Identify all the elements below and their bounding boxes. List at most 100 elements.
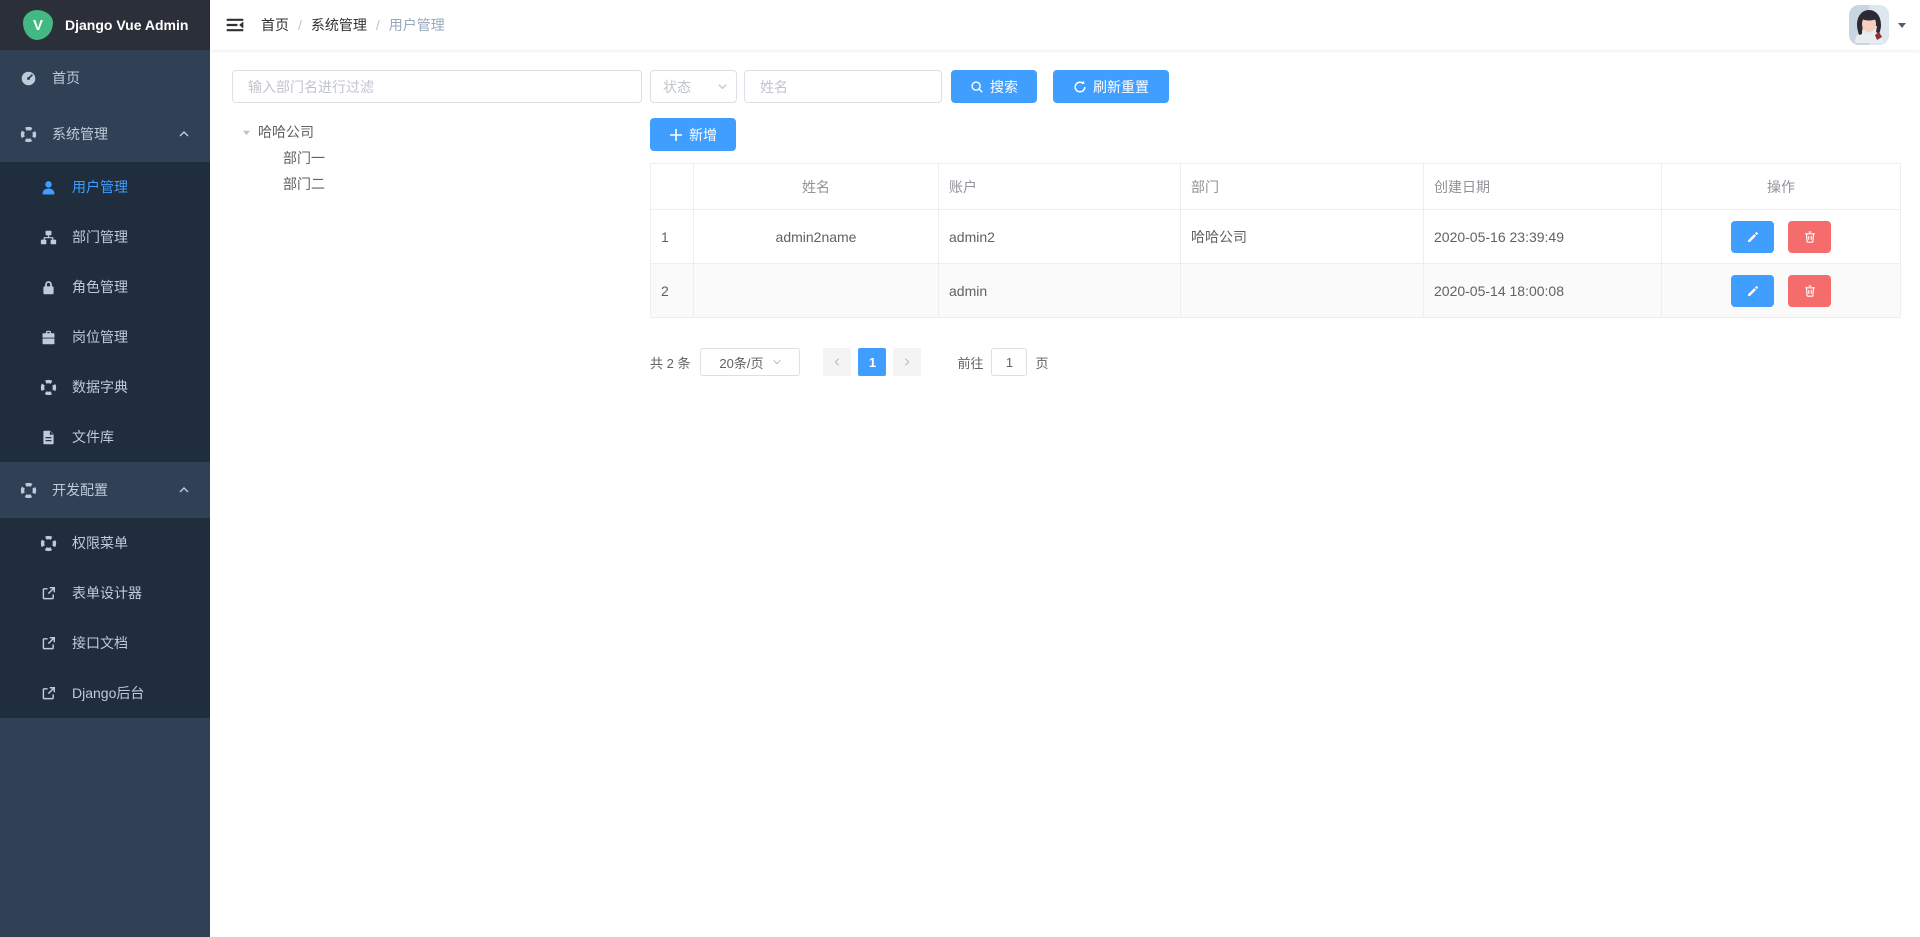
sidebar-item-permission-menu[interactable]: 权限菜单	[0, 518, 210, 568]
column-header-actions: 操作	[1662, 164, 1901, 210]
prev-page-button[interactable]	[823, 348, 851, 376]
caret-down-icon[interactable]	[1897, 20, 1907, 30]
cell-name: admin2name	[694, 210, 939, 264]
sidebar-item-django-admin[interactable]: Django后台	[0, 668, 210, 718]
sidebar-item-label: 用户管理	[72, 177, 128, 197]
chevron-right-icon	[902, 357, 912, 367]
tree-node-company[interactable]: 哈哈公司	[232, 119, 642, 145]
sidebar-item-label: 首页	[52, 68, 80, 88]
sidebar-item-form-designer[interactable]: 表单设计器	[0, 568, 210, 618]
component-icon	[40, 379, 57, 396]
search-button-label: 搜索	[990, 77, 1018, 97]
breadcrumb-home[interactable]: 首页	[261, 15, 289, 35]
add-button-label: 新增	[689, 125, 717, 145]
sidebar-menu: 首页 系统管理 用户管理	[0, 50, 210, 937]
tree-node-label: 部门二	[283, 174, 325, 194]
table-row: 2 admin 2020-05-14 18:00:08	[651, 264, 1901, 318]
table-header-row: 姓名 账户 部门 创建日期 操作	[651, 164, 1901, 210]
cell-account: admin	[939, 264, 1181, 318]
sidebar-item-home[interactable]: 首页	[0, 50, 210, 106]
goto-page-input[interactable]	[991, 348, 1027, 376]
breadcrumb: 首页 / 系统管理 / 用户管理	[261, 15, 445, 35]
user-icon	[40, 179, 57, 196]
tree-node-dept2[interactable]: 部门二	[232, 171, 642, 197]
sidebar-group-dev[interactable]: 开发配置	[0, 462, 210, 518]
submenu-dev: 权限菜单 表单设计器 接口文档	[0, 518, 210, 718]
search-button[interactable]: 搜索	[951, 70, 1037, 103]
refresh-button-label: 刷新重置	[1093, 77, 1149, 97]
sidebar-item-users[interactable]: 用户管理	[0, 162, 210, 212]
sidebar: V Django Vue Admin 首页 系统管理	[0, 0, 210, 937]
column-header-department: 部门	[1181, 164, 1424, 210]
navbar: 首页 / 系统管理 / 用户管理	[210, 0, 1920, 50]
sidebar-group-label: 系统管理	[52, 124, 108, 144]
hamburger-icon[interactable]	[225, 15, 245, 35]
component-icon	[20, 126, 37, 143]
sidebar-group-label: 开发配置	[52, 480, 108, 500]
tree-node-label: 部门一	[283, 148, 325, 168]
sidebar-item-label: 表单设计器	[72, 583, 142, 603]
cell-created: 2020-05-16 23:39:49	[1424, 210, 1662, 264]
logo-icon: V	[23, 10, 53, 40]
edit-icon	[1746, 230, 1760, 244]
column-header-name: 姓名	[694, 164, 939, 210]
cell-account: admin2	[939, 210, 1181, 264]
user-panel: 状态 搜索	[650, 70, 1901, 937]
sidebar-item-posts[interactable]: 岗位管理	[0, 312, 210, 362]
sidebar-item-files[interactable]: 文件库	[0, 412, 210, 462]
caret-down-icon[interactable]	[242, 128, 251, 137]
department-filter-input[interactable]	[232, 70, 642, 103]
external-link-icon	[40, 635, 57, 652]
cell-name	[694, 264, 939, 318]
column-header-index	[651, 164, 694, 210]
component-icon	[20, 482, 37, 499]
breadcrumb-separator: /	[376, 17, 380, 33]
edit-button[interactable]	[1731, 221, 1774, 253]
status-select[interactable]: 状态	[650, 70, 737, 103]
page-number-button[interactable]: 1	[858, 348, 886, 376]
plus-icon	[669, 128, 683, 142]
delete-button[interactable]	[1788, 275, 1831, 307]
trash-icon	[1803, 230, 1817, 244]
sidebar-group-system[interactable]: 系统管理	[0, 106, 210, 162]
chevron-down-icon	[772, 357, 782, 367]
pagination-total: 共 2 条	[650, 353, 690, 372]
breadcrumb-system[interactable]: 系统管理	[311, 15, 367, 35]
department-panel: 哈哈公司 部门一 部门二	[232, 70, 642, 937]
cell-created: 2020-05-14 18:00:08	[1424, 264, 1662, 318]
cell-department: 哈哈公司	[1181, 210, 1424, 264]
external-link-icon	[40, 685, 57, 702]
name-search-input[interactable]	[744, 70, 942, 103]
edit-button[interactable]	[1731, 275, 1774, 307]
breadcrumb-current: 用户管理	[389, 15, 445, 35]
cell-actions	[1662, 210, 1901, 264]
sidebar-item-label: 角色管理	[72, 277, 128, 297]
edit-icon	[1746, 284, 1760, 298]
cell-index: 1	[651, 210, 694, 264]
tree-node-label: 哈哈公司	[258, 122, 314, 142]
breadcrumb-separator: /	[298, 17, 302, 33]
chevron-left-icon	[832, 357, 842, 367]
sidebar-item-api-docs[interactable]: 接口文档	[0, 618, 210, 668]
app-title: Django Vue Admin	[65, 17, 188, 33]
refresh-reset-button[interactable]: 刷新重置	[1053, 70, 1169, 103]
page-content: 哈哈公司 部门一 部门二 状态	[210, 50, 1920, 937]
chevron-down-icon	[717, 81, 728, 92]
page-size-value: 20条/页	[719, 353, 763, 372]
component-icon	[40, 535, 57, 552]
next-page-button[interactable]	[893, 348, 921, 376]
external-link-icon	[40, 585, 57, 602]
sidebar-item-dictionary[interactable]: 数据字典	[0, 362, 210, 412]
page-size-select[interactable]: 20条/页	[700, 348, 800, 376]
chevron-up-icon	[178, 484, 190, 496]
refresh-icon	[1073, 80, 1087, 94]
add-user-button[interactable]: 新增	[650, 118, 736, 151]
tree-node-dept1[interactable]: 部门一	[232, 145, 642, 171]
pagination: 共 2 条 20条/页 1	[650, 348, 1901, 376]
avatar[interactable]	[1849, 5, 1889, 45]
cell-index: 2	[651, 264, 694, 318]
search-icon	[970, 80, 984, 94]
sidebar-item-departments[interactable]: 部门管理	[0, 212, 210, 262]
sidebar-item-roles[interactable]: 角色管理	[0, 262, 210, 312]
delete-button[interactable]	[1788, 221, 1831, 253]
